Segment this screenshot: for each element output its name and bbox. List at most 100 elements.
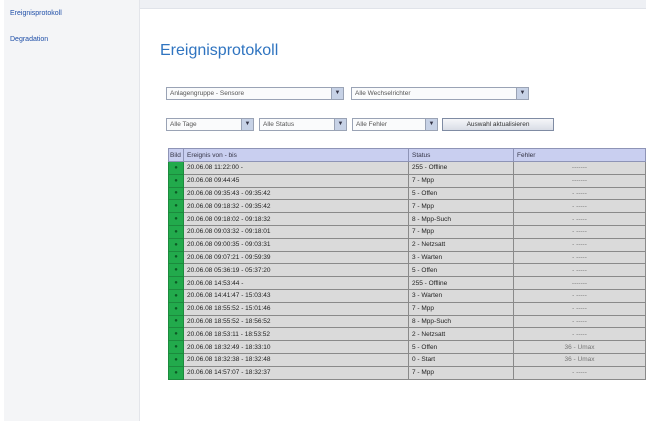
event-time-cell: 20.06.08 09:03:32 - 09:18:01: [183, 224, 409, 239]
status-ok-icon: ●: [168, 288, 184, 303]
status-ok-icon: ●: [168, 327, 184, 342]
table-row[interactable]: ● 20.06.08 09:03:32 - 09:18:01 7 - Mpp - --…: [168, 224, 646, 239]
anlagengruppe-value: Anlagengruppe - Sensore: [170, 90, 245, 97]
status-ok-icon: ●: [168, 340, 184, 354]
event-time-cell: 20.06.08 18:55:52 - 15:01:46: [183, 301, 409, 316]
status-ok-icon: ●: [168, 314, 184, 329]
table-row[interactable]: ● 20.06.08 18:32:38 - 18:32:48 0 - Start 36…: [168, 352, 646, 367]
status-ok-icon: ●: [168, 212, 184, 226]
event-status-cell: 7 - Mpp: [408, 224, 514, 239]
event-time-cell: 20.06.08 18:32:49 - 18:33:10: [183, 340, 409, 354]
event-time-cell: 20.06.08 18:53:11 - 18:53:52: [183, 327, 409, 342]
event-status-cell: 7 - Mpp: [408, 199, 514, 214]
chevron-down-icon: ▼: [334, 119, 346, 130]
event-error-cell: 36 - Umax: [513, 340, 646, 354]
column-header-ereignis[interactable]: Ereignis von - bis: [183, 148, 409, 162]
table-row[interactable]: ● 20.06.08 09:18:02 - 09:18:32 8 - Mpp-Suc…: [168, 212, 646, 226]
event-time-cell: 20.06.08 09:44:45: [183, 173, 409, 188]
event-time-cell: 20.06.08 09:35:43 - 09:35:42: [183, 186, 409, 201]
event-error-cell: - -----: [513, 250, 646, 265]
column-header-bild[interactable]: Bild: [168, 148, 184, 162]
event-error-cell: - -----: [513, 288, 646, 303]
event-error-cell: - -----: [513, 327, 646, 342]
event-error-cell: -------: [513, 276, 646, 290]
event-status-cell: 5 - Offen: [408, 186, 514, 201]
event-time-cell: 20.06.08 05:36:19 - 05:37:20: [183, 263, 409, 278]
event-error-cell: 36 - Umax: [513, 352, 646, 367]
event-status-cell: 7 - Mpp: [408, 301, 514, 316]
table-row[interactable]: ● 20.06.08 09:44:45 7 - Mpp -------: [168, 173, 646, 188]
event-error-cell: - -----: [513, 263, 646, 278]
status-ok-icon: ●: [168, 352, 184, 367]
column-header-status[interactable]: Status: [408, 148, 514, 162]
sidebar: Ereignisprotokoll Degradation: [4, 0, 140, 421]
event-error-cell: -------: [513, 161, 646, 175]
chevron-down-icon: ▼: [241, 119, 253, 130]
status-select[interactable]: Alle Status ▼: [259, 118, 347, 131]
table-row[interactable]: ● 20.06.08 18:55:52 - 18:56:52 8 - Mpp-Suc…: [168, 314, 646, 329]
event-status-cell: 7 - Mpp: [408, 173, 514, 188]
tage-select[interactable]: Alle Tage ▼: [166, 118, 254, 131]
update-selection-button[interactable]: Auswahl aktualisieren: [442, 118, 554, 131]
table-row[interactable]: ● 20.06.08 18:32:49 - 18:33:10 5 - Offen 36…: [168, 340, 646, 354]
event-error-cell: - -----: [513, 301, 646, 316]
sidebar-item-degradation[interactable]: Degradation: [4, 34, 139, 46]
table-row[interactable]: ● 20.06.08 05:36:19 - 05:37:20 5 - Offen - …: [168, 263, 646, 278]
status-ok-icon: ●: [168, 224, 184, 239]
event-time-cell: 20.06.08 09:18:02 - 09:18:32: [183, 212, 409, 226]
table-row[interactable]: ● 20.06.08 14:41:47 - 15:03:43 3 - Warten -…: [168, 288, 646, 303]
event-time-cell: 20.06.08 14:57:07 - 18:32:37: [183, 365, 409, 380]
table-row[interactable]: ● 20.06.08 09:35:43 - 09:35:42 5 - Offen - …: [168, 186, 646, 201]
event-time-cell: 20.06.08 09:00:35 - 09:03:31: [183, 237, 409, 252]
table-row[interactable]: ● 20.06.08 14:53:44 -255 - Offline -------: [168, 276, 646, 290]
event-time-cell: 20.06.08 09:07:21 - 09:59:39: [183, 250, 409, 265]
event-status-cell: 5 - Offen: [408, 340, 514, 354]
wechselrichter-value: Alle Wechselrichter: [355, 90, 411, 97]
event-error-cell: - -----: [513, 199, 646, 214]
status-ok-icon: ●: [168, 199, 184, 214]
column-header-fehler[interactable]: Fehler: [513, 148, 646, 162]
table-row[interactable]: ● 20.06.08 09:07:21 - 09:59:39 3 - Warten -…: [168, 250, 646, 265]
event-error-cell: - -----: [513, 224, 646, 239]
status-ok-icon: ●: [168, 186, 184, 201]
table-row[interactable]: ● 20.06.08 18:53:11 - 18:53:52 2 - Netzsat…: [168, 327, 646, 342]
top-bar: [140, 0, 646, 9]
event-error-cell: - -----: [513, 237, 646, 252]
event-time-cell: 20.06.08 09:18:32 - 09:35:42: [183, 199, 409, 214]
status-ok-icon: ●: [168, 161, 184, 175]
status-ok-icon: ●: [168, 237, 184, 252]
event-status-cell: 2 - Netzsatt: [408, 237, 514, 252]
event-time-cell: 20.06.08 14:53:44 -: [183, 276, 409, 290]
status-ok-icon: ●: [168, 250, 184, 265]
event-status-cell: 255 - Offline: [408, 276, 514, 290]
event-status-cell: 8 - Mpp-Such: [408, 314, 514, 329]
event-log-body: ● 20.06.08 11:22:00 -255 - Offline -------…: [168, 161, 646, 380]
status-ok-icon: ●: [168, 276, 184, 290]
fehler-value: Alle Fehler: [356, 121, 388, 128]
event-status-cell: 255 - Offline: [408, 161, 514, 175]
event-error-cell: -------: [513, 173, 646, 188]
table-row[interactable]: ● 20.06.08 11:22:00 -255 - Offline -------: [168, 161, 646, 175]
event-error-cell: - -----: [513, 186, 646, 201]
event-status-cell: 2 - Netzsatt: [408, 327, 514, 342]
table-row[interactable]: ● 20.06.08 14:57:07 - 18:32:37 7 - Mpp - --…: [168, 365, 646, 380]
table-row[interactable]: ● 20.06.08 09:18:32 - 09:35:42 7 - Mpp - --…: [168, 199, 646, 214]
event-error-cell: - -----: [513, 314, 646, 329]
wechselrichter-select[interactable]: Alle Wechselrichter ▼: [351, 87, 529, 100]
event-error-cell: - -----: [513, 365, 646, 380]
page-title: Ereignisprotokoll: [160, 42, 279, 59]
event-time-cell: 20.06.08 11:22:00 -: [183, 161, 409, 175]
anlagengruppe-select[interactable]: Anlagengruppe - Sensore ▼: [166, 87, 344, 100]
chevron-down-icon: ▼: [516, 88, 528, 99]
event-time-cell: 20.06.08 18:32:38 - 18:32:48: [183, 352, 409, 367]
event-error-cell: - -----: [513, 212, 646, 226]
sidebar-item-ereignisprotokoll[interactable]: Ereignisprotokoll: [4, 8, 139, 20]
chevron-down-icon: ▼: [425, 119, 437, 130]
table-row[interactable]: ● 20.06.08 09:00:35 - 09:03:31 2 - Netzsat…: [168, 237, 646, 252]
status-ok-icon: ●: [168, 173, 184, 188]
event-log-table: Bild Ereignis von - bis Status Fehler ● 2…: [168, 148, 646, 380]
table-header-row: Bild Ereignis von - bis Status Fehler: [168, 148, 646, 162]
status-ok-icon: ●: [168, 263, 184, 278]
table-row[interactable]: ● 20.06.08 18:55:52 - 15:01:46 7 - Mpp - --…: [168, 301, 646, 316]
fehler-select[interactable]: Alle Fehler ▼: [352, 118, 438, 131]
